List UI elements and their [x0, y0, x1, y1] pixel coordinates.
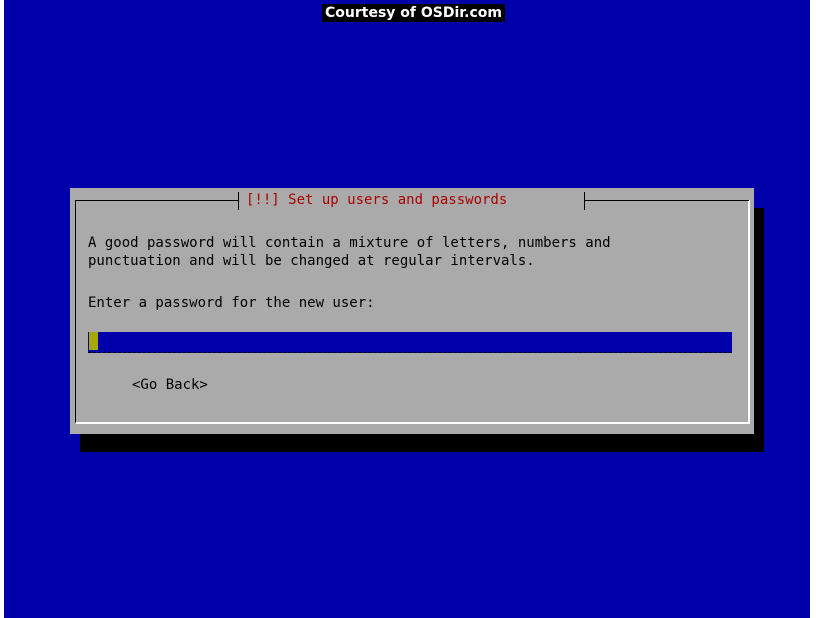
text-cursor	[89, 332, 98, 350]
frame-top-right-line	[585, 200, 749, 201]
installer-screen: Courtesy of OSDir.com [!!] Set up users …	[4, 0, 810, 618]
password-prompt: Enter a password for the new user:	[88, 295, 375, 311]
title-tick-right	[584, 192, 585, 210]
watermark: Courtesy of OSDir.com	[322, 4, 506, 22]
go-back-button[interactable]: <Go Back>	[132, 376, 208, 394]
description-line-2: punctuation and will be changed at regul…	[88, 253, 535, 269]
frame-top-left-line	[75, 200, 238, 201]
password-input-cursor-wrap	[88, 332, 98, 350]
description-line-1: A good password will contain a mixture o…	[88, 235, 611, 251]
title-tick-left	[238, 192, 239, 210]
dialog-title: [!!] Set up users and passwords	[246, 192, 508, 208]
users-passwords-dialog: [!!] Set up users and passwords A good p…	[70, 188, 754, 434]
password-input[interactable]	[88, 332, 732, 353]
